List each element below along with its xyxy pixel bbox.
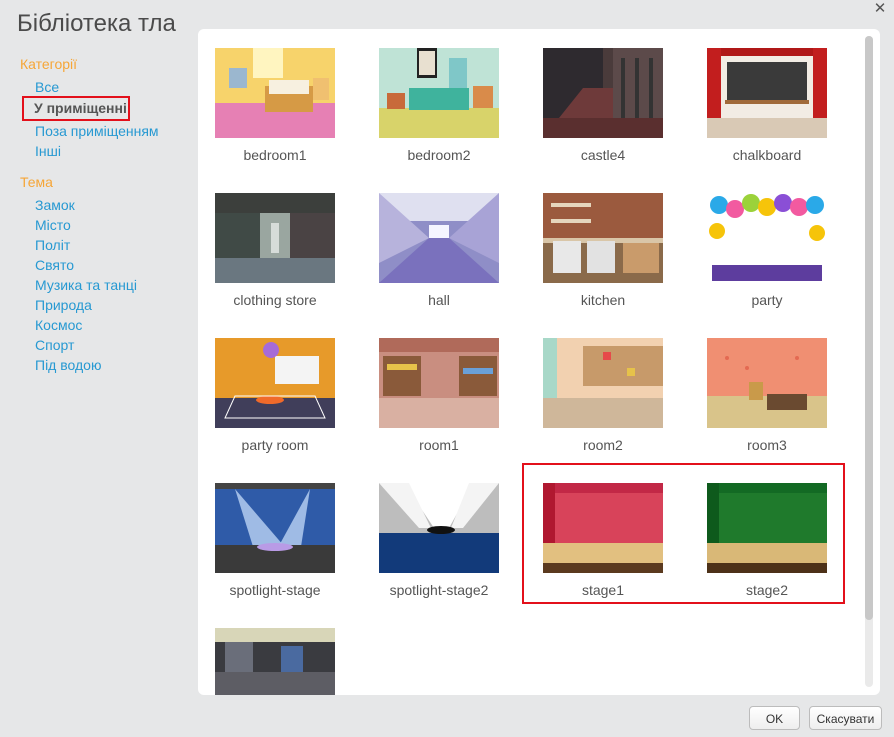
- stage1-thumbnail: [543, 483, 663, 573]
- dialog-title: Бібліотека тла: [17, 10, 176, 37]
- backdrop-label: spotlight-stage2: [389, 582, 489, 598]
- category-other[interactable]: Інші: [20, 141, 190, 161]
- backdrop-label: chalkboard: [732, 147, 802, 163]
- close-icon[interactable]: ✕: [872, 0, 888, 18]
- theme-city[interactable]: Місто: [20, 215, 190, 235]
- backdrop-tile[interactable]: [198, 609, 362, 695]
- backdrop-label: room1: [419, 437, 459, 453]
- hall-thumbnail: [379, 193, 499, 283]
- cancel-button[interactable]: Скасувати: [809, 706, 882, 730]
- backdrop-label: party room: [241, 437, 309, 453]
- chalkboard-thumbnail: [707, 48, 827, 138]
- backdrop-label: clothing store: [233, 292, 317, 308]
- bedroom2-thumbnail: [379, 48, 499, 138]
- stage2-thumbnail: [707, 483, 827, 573]
- theme-nature[interactable]: Природа: [20, 295, 190, 315]
- theme-sports[interactable]: Спорт: [20, 335, 190, 355]
- backdrop-tile[interactable]: stage2: [690, 464, 854, 609]
- backdrop-tile[interactable]: bedroom2: [362, 29, 526, 174]
- backdrop-tile[interactable]: kitchen: [526, 174, 690, 319]
- backdrop-tile[interactable]: spotlight-stage2: [362, 464, 526, 609]
- backdrop-tile[interactable]: hall: [362, 174, 526, 319]
- theater-thumbnail: [215, 628, 335, 695]
- backdrop-label: castle4: [580, 147, 626, 163]
- category-indoors[interactable]: У приміщенні: [22, 96, 130, 121]
- backdrop-label: party: [751, 292, 783, 308]
- castle4-thumbnail: [543, 48, 663, 138]
- backdrop-label: stage1: [581, 582, 625, 598]
- backdrop-grid-panel: bedroom1 bedroom2 castle4 chalkboard clothin…: [198, 29, 880, 695]
- backdrop-tile[interactable]: spotlight-stage: [198, 464, 362, 609]
- backdrop-label: hall: [428, 292, 450, 308]
- backdrop-tile[interactable]: party: [690, 174, 854, 319]
- theme-holiday[interactable]: Свято: [20, 255, 190, 275]
- clothing-store-thumbnail: [215, 193, 335, 283]
- backdrop-label: bedroom1: [243, 147, 307, 163]
- ok-button[interactable]: OK: [749, 706, 800, 730]
- categories-heading: Категорії: [20, 56, 78, 72]
- backdrop-label: kitchen: [580, 292, 626, 308]
- spotlight-stage-thumbnail: [215, 483, 335, 573]
- backdrop-tile[interactable]: stage1: [526, 464, 690, 609]
- theme-heading: Тема: [20, 174, 53, 190]
- backdrop-tile[interactable]: castle4: [526, 29, 690, 174]
- theme-underwater[interactable]: Під водою: [20, 355, 190, 375]
- backdrop-label: room3: [747, 437, 787, 453]
- scroll-thumb[interactable]: [865, 36, 873, 620]
- room3-thumbnail: [707, 338, 827, 428]
- theme-space[interactable]: Космос: [20, 315, 190, 335]
- backdrop-tile[interactable]: room2: [526, 319, 690, 464]
- theme-castle[interactable]: Замок: [20, 195, 190, 215]
- backdrop-label: spotlight-stage: [229, 582, 321, 598]
- scrollbar[interactable]: [865, 36, 873, 687]
- backdrop-tile[interactable]: chalkboard: [690, 29, 854, 174]
- kitchen-thumbnail: [543, 193, 663, 283]
- backdrop-tile[interactable]: party room: [198, 319, 362, 464]
- backdrop-label: bedroom2: [407, 147, 471, 163]
- sidebar: Категорії Все У приміщенні Поза приміщен…: [20, 56, 190, 375]
- party-room-thumbnail: [215, 338, 335, 428]
- backdrop-tile[interactable]: room1: [362, 319, 526, 464]
- backdrop-label: stage2: [745, 582, 789, 598]
- room2-thumbnail: [543, 338, 663, 428]
- party-thumbnail: [707, 193, 827, 283]
- bedroom1-thumbnail: [215, 48, 335, 138]
- theme-flying[interactable]: Політ: [20, 235, 190, 255]
- backdrop-tile[interactable]: bedroom1: [198, 29, 362, 174]
- spotlight-stage2-thumbnail: [379, 483, 499, 573]
- category-outdoors[interactable]: Поза приміщенням: [20, 121, 190, 141]
- room1-thumbnail: [379, 338, 499, 428]
- backdrop-tile[interactable]: clothing store: [198, 174, 362, 319]
- backdrop-label: room2: [583, 437, 623, 453]
- theme-music-dance[interactable]: Музика та танці: [20, 275, 190, 295]
- category-all[interactable]: Все: [20, 77, 190, 97]
- backdrop-tile[interactable]: room3: [690, 319, 854, 464]
